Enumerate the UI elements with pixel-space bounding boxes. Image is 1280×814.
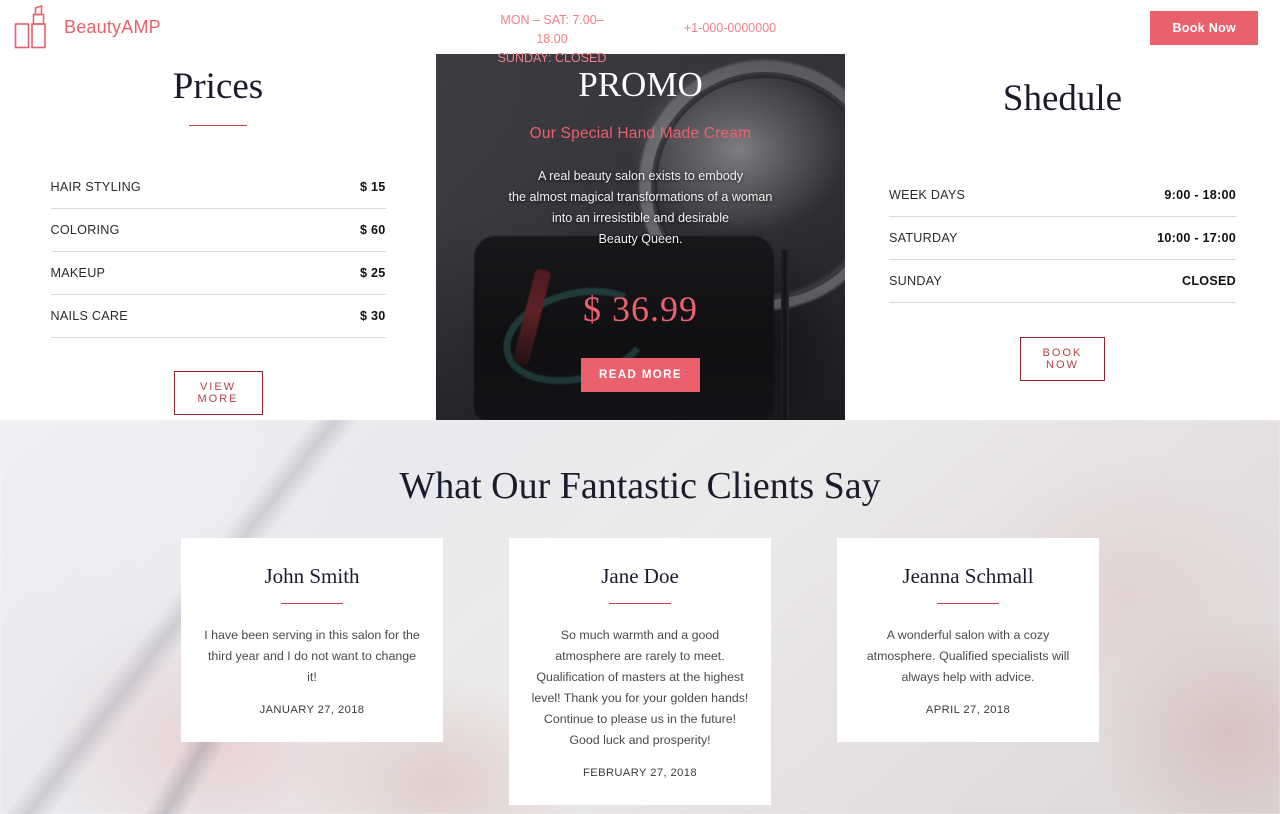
price-row: MAKEUP $ 25 (50, 252, 386, 295)
schedule-label: SUNDAY (889, 274, 943, 288)
prices-section: Prices HAIR STYLING $ 15 COLORING $ 60 M… (0, 54, 436, 420)
price-value: $ 25 (359, 266, 386, 280)
promo-subtitle: Our Special Hand Made Cream (529, 125, 752, 143)
brand-name: BeautyAMP (64, 16, 161, 37)
price-row: HAIR STYLING $ 15 (50, 166, 386, 209)
schedule-list: WEEK DAYS 9:00 - 18:00 SATURDAY 10:00 - … (889, 174, 1236, 303)
schedule-title: Shedule (1002, 78, 1123, 119)
testimonial-card: John Smith I have been serving in this s… (181, 538, 443, 742)
schedule-row: SUNDAY CLOSED (889, 260, 1236, 303)
lipstick-icon (14, 5, 46, 49)
price-label: HAIR STYLING (50, 180, 141, 194)
testimonials-title: What Our Fantastic Clients Say (399, 465, 881, 507)
testimonial-author: Jeanna Schmall (902, 564, 1034, 588)
prices-divider (189, 125, 247, 126)
page-root: BeautyAMP MON – SAT: 7.00–18.00 SUNDAY: … (0, 0, 1280, 814)
price-row: NAILS CARE $ 30 (50, 295, 386, 338)
site-header: BeautyAMP MON – SAT: 7.00–18.00 SUNDAY: … (0, 0, 1280, 65)
schedule-label: SATURDAY (889, 231, 958, 245)
testimonial-divider (281, 603, 343, 604)
testimonial-author: Jane Doe (601, 564, 679, 588)
promo-price: $ 36.99 (583, 289, 698, 330)
promo-text-line: A real beauty salon exists to embody (537, 169, 744, 184)
feature-band: Prices HAIR STYLING $ 15 COLORING $ 60 M… (0, 54, 1280, 420)
price-value: $ 30 (359, 309, 386, 323)
phone-number[interactable]: +1-000-0000000 (684, 21, 776, 35)
view-more-button[interactable]: VIEW MORE (173, 371, 263, 415)
promo-description: A real beauty salon exists to embody the… (436, 166, 845, 250)
read-more-button[interactable]: READ MORE (581, 358, 700, 393)
price-value: $ 60 (359, 223, 386, 237)
schedule-value: 9:00 - 18:00 (1164, 188, 1236, 202)
schedule-value: CLOSED (1182, 274, 1236, 288)
promo-section: PROMO Our Special Hand Made Cream A real… (436, 54, 845, 420)
schedule-row: SATURDAY 10:00 - 17:00 (889, 217, 1236, 260)
promo-text-line: into an irresistible and desirable (551, 211, 730, 226)
promo-text-line: Beauty Queen. (598, 232, 683, 247)
price-label: MAKEUP (50, 266, 106, 280)
testimonial-card: Jane Doe So much warmth and a good atmos… (509, 538, 771, 805)
testimonial-author: John Smith (264, 564, 360, 588)
hours-sunday: SUNDAY: CLOSED (497, 51, 607, 65)
testimonial-text: A wonderful salon with a cozy atmosphere… (866, 628, 1070, 684)
price-row: COLORING $ 60 (50, 209, 386, 252)
testimonial-cards: John Smith I have been serving in this s… (0, 538, 1280, 805)
testimonial-date: JANUARY 27, 2018 (259, 704, 365, 716)
testimonial-date: APRIL 27, 2018 (925, 704, 1011, 716)
testimonials-section: What Our Fantastic Clients Say John Smit… (0, 420, 1280, 814)
testimonial-date: FEBRUARY 27, 2018 (583, 767, 697, 779)
schedule-row: WEEK DAYS 9:00 - 18:00 (889, 174, 1236, 217)
prices-list: HAIR STYLING $ 15 COLORING $ 60 MAKEUP $… (50, 166, 386, 338)
price-label: COLORING (50, 223, 120, 237)
schedule-section: Shedule WEEK DAYS 9:00 - 18:00 SATURDAY … (845, 54, 1280, 420)
testimonial-text: I have been serving in this salon for th… (204, 628, 420, 684)
brand[interactable]: BeautyAMP (14, 5, 161, 49)
price-label: NAILS CARE (50, 309, 128, 323)
promo-content: PROMO Our Special Hand Made Cream A real… (436, 54, 845, 420)
schedule-value: 10:00 - 17:00 (1157, 231, 1236, 245)
testimonial-text: So much warmth and a good atmosphere are… (531, 628, 749, 747)
promo-text-line: the almost magical transformations of a … (508, 190, 773, 205)
testimonial-card: Jeanna Schmall A wonderful salon with a … (837, 538, 1099, 742)
book-now-header-button[interactable]: Book Now (1150, 11, 1258, 45)
schedule-label: WEEK DAYS (889, 188, 966, 202)
opening-hours: MON – SAT: 7.00–18.00 SUNDAY: CLOSED (487, 11, 617, 68)
hours-weekdays: MON – SAT: 7.00–18.00 (500, 13, 604, 46)
price-value: $ 15 (359, 180, 386, 194)
testimonial-divider (609, 603, 671, 604)
testimonial-divider (937, 603, 999, 604)
book-now-schedule-button[interactable]: BOOK NOW (1020, 337, 1105, 381)
